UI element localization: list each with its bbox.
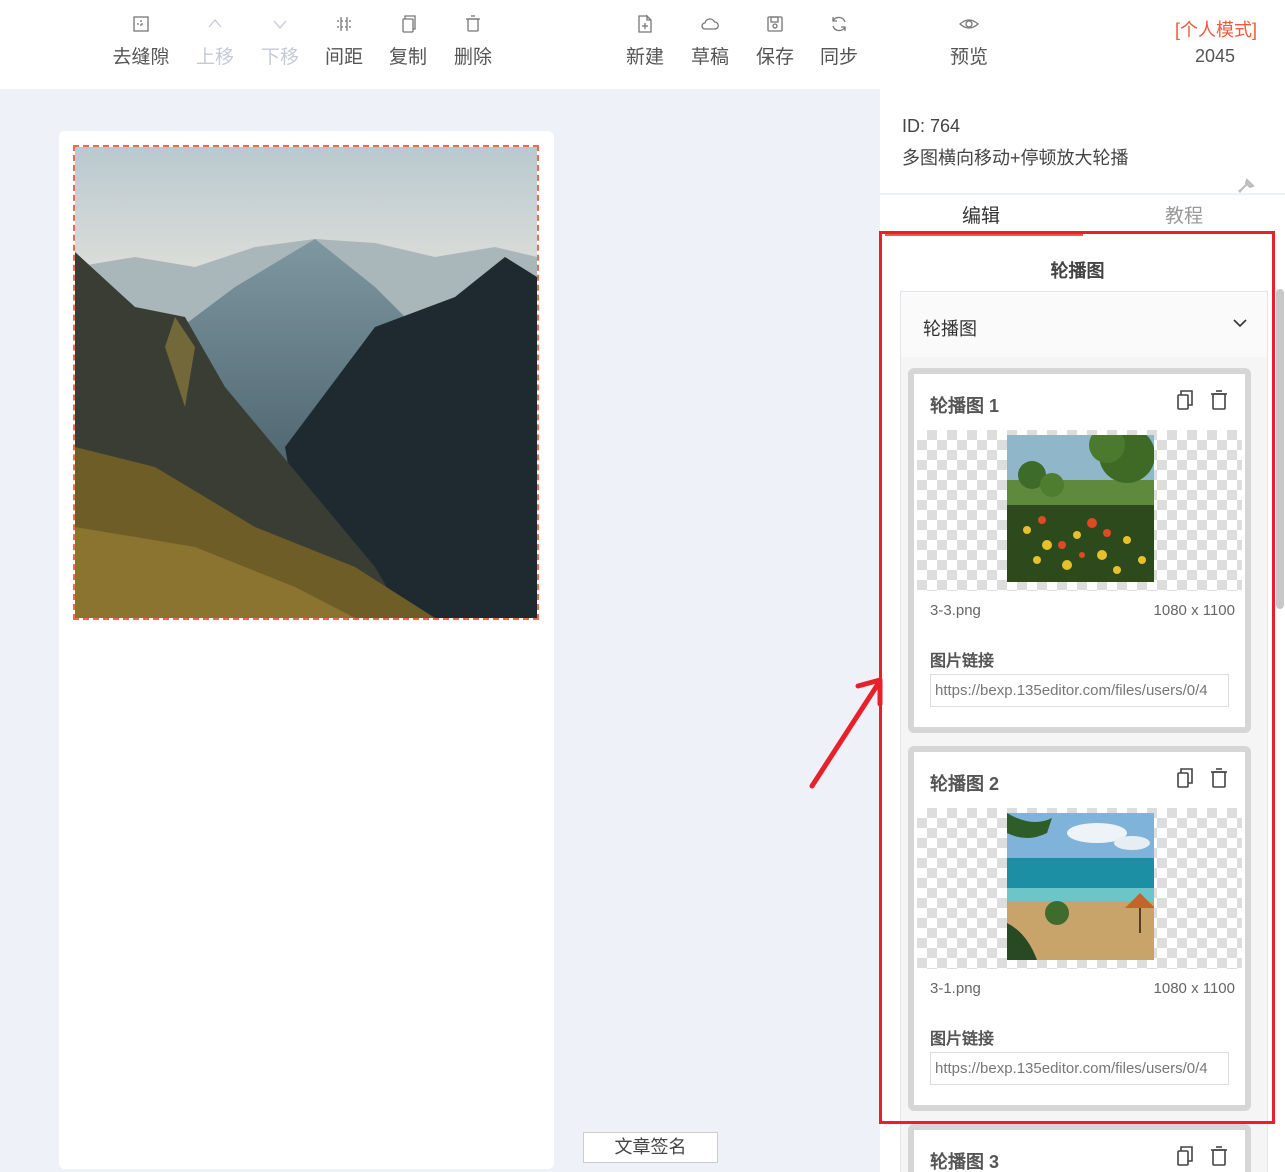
delete-button[interactable]: 删除 — [438, 14, 508, 69]
tools-icon[interactable] — [1237, 178, 1255, 194]
tab-edit[interactable]: 编辑 — [962, 201, 1000, 228]
remove-gap-icon — [133, 16, 149, 32]
copy-button[interactable]: 复制 — [373, 14, 443, 69]
top-toolbar-right: 预览 [个人模式] 2045 — [880, 0, 1285, 89]
spacing-button[interactable]: 间距 — [309, 14, 379, 69]
save-label: 保存 — [755, 47, 794, 68]
article-signature-button[interactable]: 文章签名 — [583, 1132, 718, 1163]
copy-label: 复制 — [388, 47, 427, 68]
sync-button[interactable]: 同步 — [804, 14, 874, 69]
tab-tutorial[interactable]: 教程 — [1165, 201, 1203, 228]
slide-title: 轮播图 3 — [930, 1152, 1000, 1172]
copy-icon — [402, 15, 416, 33]
move-down-button[interactable]: 下移 — [245, 14, 315, 69]
main-carousel-image[interactable] — [73, 145, 539, 620]
spacing-icon — [337, 17, 351, 31]
move-down-label: 下移 — [260, 47, 299, 68]
panel-divider — [880, 193, 1285, 195]
mountain-landscape-image — [75, 147, 537, 618]
remove-gap-label: 去缝隙 — [112, 47, 170, 68]
sync-label: 同步 — [819, 47, 858, 68]
top-toolbar: 去缝隙 上移 下移 间距 复制 删除 新建 草稿 保存 同步 导出 — [0, 0, 923, 89]
move-up-label: 上移 — [195, 47, 234, 68]
count-value: 2045 — [1194, 46, 1235, 66]
preview-button[interactable]: 预览 — [934, 14, 1004, 69]
new-file-icon — [638, 14, 652, 33]
save-button[interactable]: 保存 — [740, 14, 810, 69]
cloud-icon — [701, 18, 719, 30]
new-label: 新建 — [625, 47, 664, 68]
draft-label: 草稿 — [690, 47, 729, 68]
slide-card: 轮播图 3 — [908, 1124, 1251, 1172]
mode-indicator[interactable]: [个人模式] — [1175, 16, 1257, 42]
copy-icon[interactable] — [1175, 1145, 1195, 1167]
move-down-icon — [273, 20, 287, 29]
move-up-icon — [208, 19, 222, 28]
template-name: 多图横向移动+停顿放大轮播 — [902, 148, 1129, 168]
delete-label: 删除 — [453, 47, 492, 68]
highlight-annotation-box — [879, 231, 1275, 1124]
sync-icon — [832, 16, 846, 32]
save-icon — [767, 16, 783, 32]
trash-icon[interactable] — [1209, 1145, 1229, 1167]
remove-gap-button[interactable]: 去缝隙 — [106, 14, 176, 69]
eye-icon — [959, 19, 979, 29]
move-up-button[interactable]: 上移 — [180, 14, 250, 69]
new-button[interactable]: 新建 — [610, 14, 680, 69]
template-id: ID: 764 — [902, 116, 961, 136]
trash-icon — [466, 15, 480, 32]
preview-label: 预览 — [949, 47, 988, 68]
annotation-arrow — [809, 677, 883, 789]
panel-scrollbar[interactable] — [1276, 289, 1284, 609]
draft-button[interactable]: 草稿 — [675, 14, 745, 69]
spacing-label: 间距 — [324, 47, 363, 68]
